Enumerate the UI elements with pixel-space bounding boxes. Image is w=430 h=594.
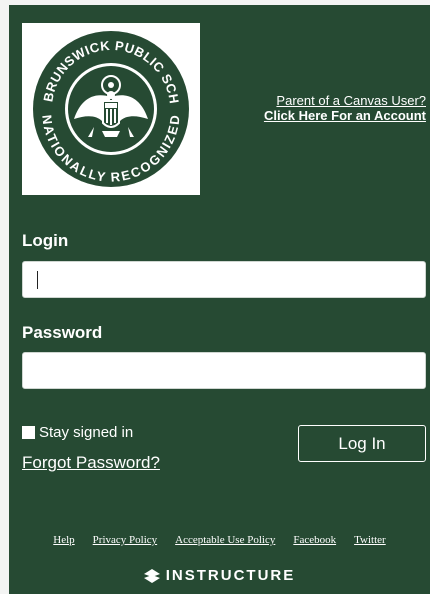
password-input[interactable]	[22, 352, 426, 389]
school-logo: EAST BRUNSWICK PUBLIC SCHOOLS NATIONALLY…	[22, 23, 200, 195]
instructure-wordmark: INSTRUCTURE	[165, 567, 296, 584]
footer-link-twitter[interactable]: Twitter	[354, 534, 386, 546]
login-label: Login	[22, 231, 69, 250]
stay-signed-in[interactable]: Stay signed in	[22, 424, 133, 441]
stay-signed-in-label: Stay signed in	[39, 424, 134, 441]
footer-link-privacy-policy[interactable]: Privacy Policy	[93, 534, 157, 546]
footer-links: Help Privacy Policy Acceptable Use Polic…	[9, 534, 430, 546]
parent-of-canvas-user-link[interactable]: Parent of a Canvas User?	[264, 93, 426, 108]
log-in-button[interactable]: Log In	[298, 425, 426, 462]
instructure-logo-icon	[143, 568, 160, 583]
stay-signed-in-checkbox[interactable]	[22, 426, 35, 439]
text-caret	[37, 271, 38, 289]
login-panel: EAST BRUNSWICK PUBLIC SCHOOLS NATIONALLY…	[9, 5, 430, 594]
footer-link-acceptable-use-policy[interactable]: Acceptable Use Policy	[175, 534, 275, 546]
instructure-brand[interactable]: INSTRUCTURE	[9, 567, 430, 584]
forgot-password-link[interactable]: Forgot Password?	[22, 453, 160, 473]
login-input[interactable]	[22, 261, 426, 298]
footer-link-facebook[interactable]: Facebook	[293, 534, 336, 546]
click-here-account-link[interactable]: Click Here For an Account	[264, 108, 426, 123]
school-seal-icon: EAST BRUNSWICK PUBLIC SCHOOLS NATIONALLY…	[22, 23, 193, 191]
parent-account-links: Parent of a Canvas User? Click Here For …	[264, 93, 426, 123]
footer-link-help[interactable]: Help	[53, 534, 74, 546]
password-label: Password	[22, 323, 103, 342]
